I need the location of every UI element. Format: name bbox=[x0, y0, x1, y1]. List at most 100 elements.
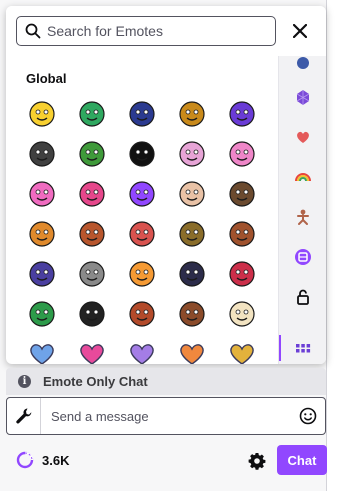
emote-orange-hair[interactable] bbox=[117, 254, 167, 294]
emote-man-face-icon bbox=[229, 181, 255, 207]
emote-box-icon bbox=[79, 221, 105, 247]
close-icon bbox=[293, 24, 307, 38]
emote-pikachu[interactable] bbox=[17, 94, 67, 134]
emote-white-dog[interactable] bbox=[67, 254, 117, 294]
emote-turkey-icon bbox=[229, 221, 255, 247]
emote-hand-icon bbox=[179, 181, 205, 207]
emote-dino[interactable] bbox=[67, 94, 117, 134]
emote-purple-bubble[interactable] bbox=[117, 174, 167, 214]
emote-white-dog-icon bbox=[79, 261, 105, 287]
rail-figure-icon bbox=[297, 209, 309, 225]
emote-orange-hair-icon bbox=[129, 261, 155, 287]
emote-smile-face[interactable] bbox=[117, 134, 167, 174]
emote-heart-hands-purple[interactable] bbox=[117, 334, 167, 364]
emote-brown-face-icon bbox=[179, 301, 205, 327]
emote-joker-icon bbox=[29, 301, 55, 327]
emote-heart-hands-gold-icon bbox=[230, 344, 254, 364]
search-icon bbox=[25, 23, 41, 39]
info-icon: i bbox=[18, 375, 31, 388]
emote-tent[interactable] bbox=[67, 134, 117, 174]
emote-chunli-icon bbox=[129, 101, 155, 127]
emote-brown-face[interactable] bbox=[167, 294, 217, 334]
emote-cowboy-icon bbox=[129, 301, 155, 327]
rail-heart-tab[interactable] bbox=[279, 122, 326, 152]
emote-heart-hands-pride-icon bbox=[80, 344, 104, 364]
rail-globe-icon bbox=[297, 57, 309, 69]
chat-send-button[interactable]: Chat bbox=[277, 445, 327, 475]
emote-mod-heart[interactable] bbox=[117, 214, 167, 254]
emote-picker-header bbox=[6, 6, 326, 56]
emote-boar[interactable] bbox=[17, 134, 67, 174]
emote-category-rail bbox=[278, 50, 326, 364]
emote-list: Global bbox=[6, 56, 278, 364]
channel-points-button[interactable]: 3.6K bbox=[16, 451, 69, 469]
emote-harley[interactable] bbox=[217, 254, 267, 294]
emote-pink-crown[interactable] bbox=[17, 174, 67, 214]
emote-monster[interactable] bbox=[17, 254, 67, 294]
emote-pikachu-icon bbox=[29, 101, 55, 127]
emote-lion-icon bbox=[179, 101, 205, 127]
emote-batman-icon bbox=[79, 301, 105, 327]
emote-heart-hands-rainbow[interactable] bbox=[167, 334, 217, 364]
rail-grid-tab[interactable] bbox=[279, 333, 326, 363]
emote-pink-grid[interactable] bbox=[167, 134, 217, 174]
emote-pink-crown-icon bbox=[29, 181, 55, 207]
emote-purple-face[interactable] bbox=[217, 94, 267, 134]
rail-heart-icon bbox=[297, 131, 309, 143]
emote-heart-hands-pride[interactable] bbox=[67, 334, 117, 364]
channel-points-icon bbox=[16, 451, 34, 469]
chat-message-input[interactable] bbox=[41, 408, 291, 424]
emote-pizza[interactable] bbox=[17, 214, 67, 254]
emote-dark-hair-face-icon bbox=[179, 261, 205, 287]
rail-robot-tab[interactable] bbox=[279, 242, 326, 272]
emote-tent-icon bbox=[79, 141, 105, 167]
smiley-icon bbox=[299, 407, 317, 425]
emote-pink-grid-icon bbox=[179, 141, 205, 167]
rail-figure-tab[interactable] bbox=[279, 202, 326, 232]
emote-cream-hair[interactable] bbox=[217, 294, 267, 334]
rail-lock-tab[interactable] bbox=[279, 282, 326, 312]
emote-search-box[interactable] bbox=[16, 16, 276, 46]
emote-heart-hands-blue-icon bbox=[30, 344, 54, 364]
emote-teapot-icon bbox=[179, 221, 205, 247]
rail-rainbow-tab[interactable] bbox=[279, 162, 326, 192]
emote-picker: Global bbox=[6, 6, 326, 364]
chat-settings-button[interactable] bbox=[246, 450, 268, 472]
emote-crying[interactable] bbox=[217, 134, 267, 174]
chat-input-box bbox=[6, 397, 326, 435]
emote-pink-bear-icon bbox=[79, 181, 105, 207]
emote-heart-hands-gold[interactable] bbox=[217, 334, 267, 364]
channel-points-count: 3.6K bbox=[42, 452, 70, 468]
emote-picker-button[interactable] bbox=[291, 407, 325, 425]
rail-lock-icon bbox=[297, 289, 309, 305]
emote-man-face[interactable] bbox=[217, 174, 267, 214]
emote-hand[interactable] bbox=[167, 174, 217, 214]
emote-joker[interactable] bbox=[17, 294, 67, 334]
emote-grid bbox=[17, 94, 267, 364]
rail-gem-tab[interactable] bbox=[279, 82, 326, 112]
mod-tools-button[interactable] bbox=[7, 398, 41, 434]
emote-search-input[interactable] bbox=[47, 23, 262, 39]
rail-grid-icon bbox=[296, 344, 311, 353]
section-title: Global bbox=[26, 71, 67, 86]
rail-robot-icon bbox=[295, 249, 311, 265]
emote-pink-bear[interactable] bbox=[67, 174, 117, 214]
emote-chunli[interactable] bbox=[117, 94, 167, 134]
close-button[interactable] bbox=[289, 20, 311, 42]
emote-batman[interactable] bbox=[67, 294, 117, 334]
chat-bottom-bar: 3.6K Chat bbox=[6, 443, 327, 479]
emote-purple-bubble-icon bbox=[129, 181, 155, 207]
emote-only-banner: i Emote Only Chat bbox=[6, 368, 326, 395]
emote-box[interactable] bbox=[67, 214, 117, 254]
emote-mod-heart-icon bbox=[129, 221, 155, 247]
chat-scroll-edge bbox=[326, 0, 340, 491]
emote-dark-hair-face[interactable] bbox=[167, 254, 217, 294]
emote-heart-hands-rainbow-icon bbox=[180, 344, 204, 364]
emote-teapot[interactable] bbox=[167, 214, 217, 254]
emote-purple-face-icon bbox=[229, 101, 255, 127]
emote-cowboy[interactable] bbox=[117, 294, 167, 334]
emote-heart-hands-blue[interactable] bbox=[17, 334, 67, 364]
emote-turkey[interactable] bbox=[217, 214, 267, 254]
emote-lion[interactable] bbox=[167, 94, 217, 134]
emote-harley-icon bbox=[229, 261, 255, 287]
